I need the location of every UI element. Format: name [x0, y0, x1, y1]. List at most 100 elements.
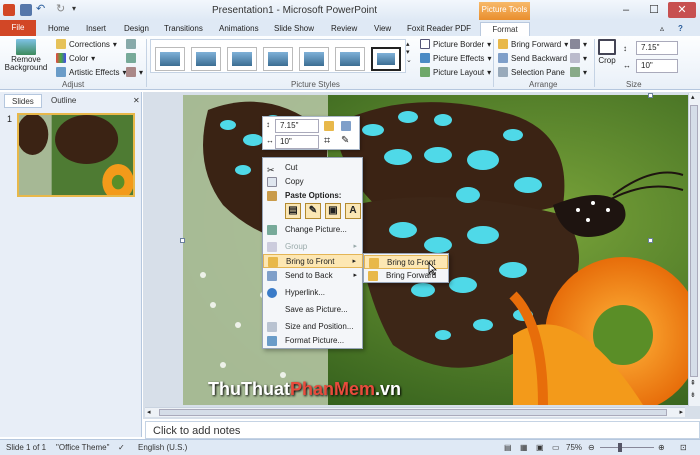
scroll-right-icon[interactable]: ▸ [679, 408, 683, 416]
menu-item-bring-to-front[interactable]: Bring to Front ▸ [263, 254, 363, 268]
paste-use-destination-theme-icon[interactable]: ▤ [285, 203, 301, 219]
align-button[interactable]: ▾ [570, 39, 587, 49]
remove-background-label: Remove Background [4, 55, 48, 72]
slide-show-icon[interactable]: ▭ [552, 443, 560, 452]
gallery-scroll-icon[interactable]: ▴ ▾ ⌄ [406, 40, 412, 64]
tab-file[interactable]: File [0, 20, 36, 36]
menu-item-change-picture[interactable]: Change Picture... [263, 223, 363, 237]
picture-style-5[interactable] [299, 47, 329, 71]
crop-icon [598, 39, 616, 55]
redo-icon[interactable]: ↻ [56, 4, 68, 16]
zoom-slider[interactable] [600, 447, 654, 448]
picture-style-1[interactable] [155, 47, 185, 71]
fit-slide-icon[interactable]: ⊡ [680, 443, 687, 452]
picture-effects-button[interactable]: Picture Effects ▾ [420, 53, 491, 63]
horizontal-scrollbar[interactable]: ◂ ▸ [145, 407, 685, 417]
reading-view-icon[interactable]: ▣ [536, 443, 544, 452]
mini-height-input[interactable]: 7.15" [275, 119, 319, 133]
tab-transitions[interactable]: Transitions [164, 22, 203, 36]
undo-icon[interactable]: ↶ [36, 4, 48, 16]
tab-slides[interactable]: Slides [4, 94, 42, 108]
tab-foxit-reader-pdf[interactable]: Foxit Reader PDF [407, 22, 471, 36]
bring-forward-icon[interactable] [324, 121, 334, 131]
picture-styles-gallery[interactable] [150, 39, 406, 73]
picture-style-4[interactable] [263, 47, 293, 71]
picture-style-7[interactable] [371, 47, 401, 71]
menu-item-cut[interactable]: ✂ Cut [263, 161, 363, 175]
menu-item-label: Size and Position... [285, 322, 354, 331]
minimize-button[interactable]: – [612, 2, 640, 18]
tab-insert[interactable]: Insert [86, 22, 106, 36]
tab-outline[interactable]: Outline [44, 94, 83, 108]
change-picture-button[interactable] [126, 53, 136, 63]
selection-pane-button[interactable]: Selection Pane [498, 67, 565, 77]
shape-width-input[interactable]: 10" [636, 59, 678, 73]
format-painter-icon[interactable]: ✎ [341, 135, 349, 146]
shape-height-input[interactable]: 7.15" [636, 41, 678, 55]
corrections-button[interactable]: Corrections ▾ [56, 39, 117, 49]
resize-handle[interactable] [648, 238, 653, 243]
save-icon[interactable] [20, 4, 32, 16]
slide-sorter-icon[interactable]: ▦ [520, 443, 528, 452]
picture-layout-button[interactable]: Picture Layout ▾ [420, 67, 491, 77]
zoom-slider-thumb[interactable] [618, 443, 622, 452]
crop-button[interactable]: Crop [598, 39, 616, 65]
prev-slide-icon[interactable]: ⇞ [690, 379, 696, 387]
rotate-button[interactable]: ▾ [570, 67, 587, 77]
menu-item-copy[interactable]: Copy [263, 175, 363, 189]
slide-thumbnail[interactable] [17, 113, 135, 197]
normal-view-icon[interactable]: ▤ [504, 443, 512, 452]
zoom-in-icon[interactable]: ⊕ [658, 443, 665, 452]
scroll-thumb[interactable] [159, 409, 667, 416]
mini-width-input[interactable]: 10" [275, 135, 319, 149]
picture-style-6[interactable] [335, 47, 365, 71]
send-backward-button[interactable]: Send Backward▾ [498, 53, 574, 63]
tab-home[interactable]: Home [48, 22, 69, 36]
zoom-out-icon[interactable]: ⊖ [588, 443, 595, 452]
zoom-level[interactable]: 75% [566, 443, 582, 452]
scroll-left-icon[interactable]: ◂ [147, 408, 151, 416]
crop-icon[interactable]: ⌗ [324, 135, 330, 148]
color-button[interactable]: Color ▾ [56, 53, 95, 63]
menu-item-save-as-picture[interactable]: Save as Picture... [263, 303, 363, 317]
artistic-effects-button[interactable]: Artistic Effects ▾ [56, 67, 127, 77]
paste-picture-icon[interactable]: ▣ [325, 203, 341, 219]
compress-pictures-button[interactable] [126, 39, 136, 49]
reset-picture-button[interactable]: ▾ [126, 67, 143, 77]
tab-review[interactable]: Review [331, 22, 357, 36]
menu-item-hyperlink[interactable]: Hyperlink... [263, 286, 363, 300]
notes-pane[interactable]: Click to add notes [145, 421, 700, 439]
tab-animations[interactable]: Animations [219, 22, 259, 36]
picture-style-2[interactable] [191, 47, 221, 71]
close-button[interactable]: ✕ [668, 2, 696, 18]
vertical-scrollbar[interactable]: ▴ ⇞ ⇟ [688, 93, 700, 406]
paste-keep-text-only-icon[interactable]: A [345, 203, 361, 219]
menu-item-format-picture[interactable]: Format Picture... [263, 334, 363, 348]
next-slide-icon[interactable]: ⇟ [690, 391, 696, 399]
menu-item-size-and-position[interactable]: Size and Position... [263, 320, 363, 334]
menu-item-send-to-back[interactable]: Send to Back ▸ [263, 269, 363, 283]
help-icon[interactable]: ? [678, 22, 683, 36]
resize-handle[interactable] [648, 93, 653, 98]
tab-slide-show[interactable]: Slide Show [274, 22, 314, 36]
send-backward-icon[interactable] [341, 121, 351, 131]
tab-view[interactable]: View [374, 22, 391, 36]
group-button[interactable]: ▾ [570, 53, 587, 63]
picture-style-3[interactable] [227, 47, 257, 71]
tab-design[interactable]: Design [124, 22, 149, 36]
picture-border-button[interactable]: Picture Border ▾ [420, 39, 491, 49]
resize-handle[interactable] [180, 238, 185, 243]
language[interactable]: English (U.S.) [138, 443, 187, 452]
scroll-thumb[interactable] [690, 105, 698, 377]
maximize-button[interactable]: ☐ [640, 2, 668, 18]
customize-toolbar-icon[interactable]: ▾ [72, 4, 84, 16]
scroll-up-icon[interactable]: ▴ [691, 93, 695, 101]
bring-forward-button[interactable]: Bring Forward ▾ [498, 39, 568, 49]
remove-background-button[interactable]: Remove Background [4, 39, 48, 77]
minimize-ribbon-icon[interactable]: ▵ [660, 22, 664, 36]
paste-keep-source-formatting-icon[interactable]: ✎ [305, 203, 321, 219]
butterfly-picture[interactable] [183, 95, 689, 405]
spell-check-icon[interactable]: ✓ [118, 443, 125, 452]
slide-canvas[interactable] [183, 95, 689, 405]
tab-format[interactable]: Format [480, 22, 530, 36]
